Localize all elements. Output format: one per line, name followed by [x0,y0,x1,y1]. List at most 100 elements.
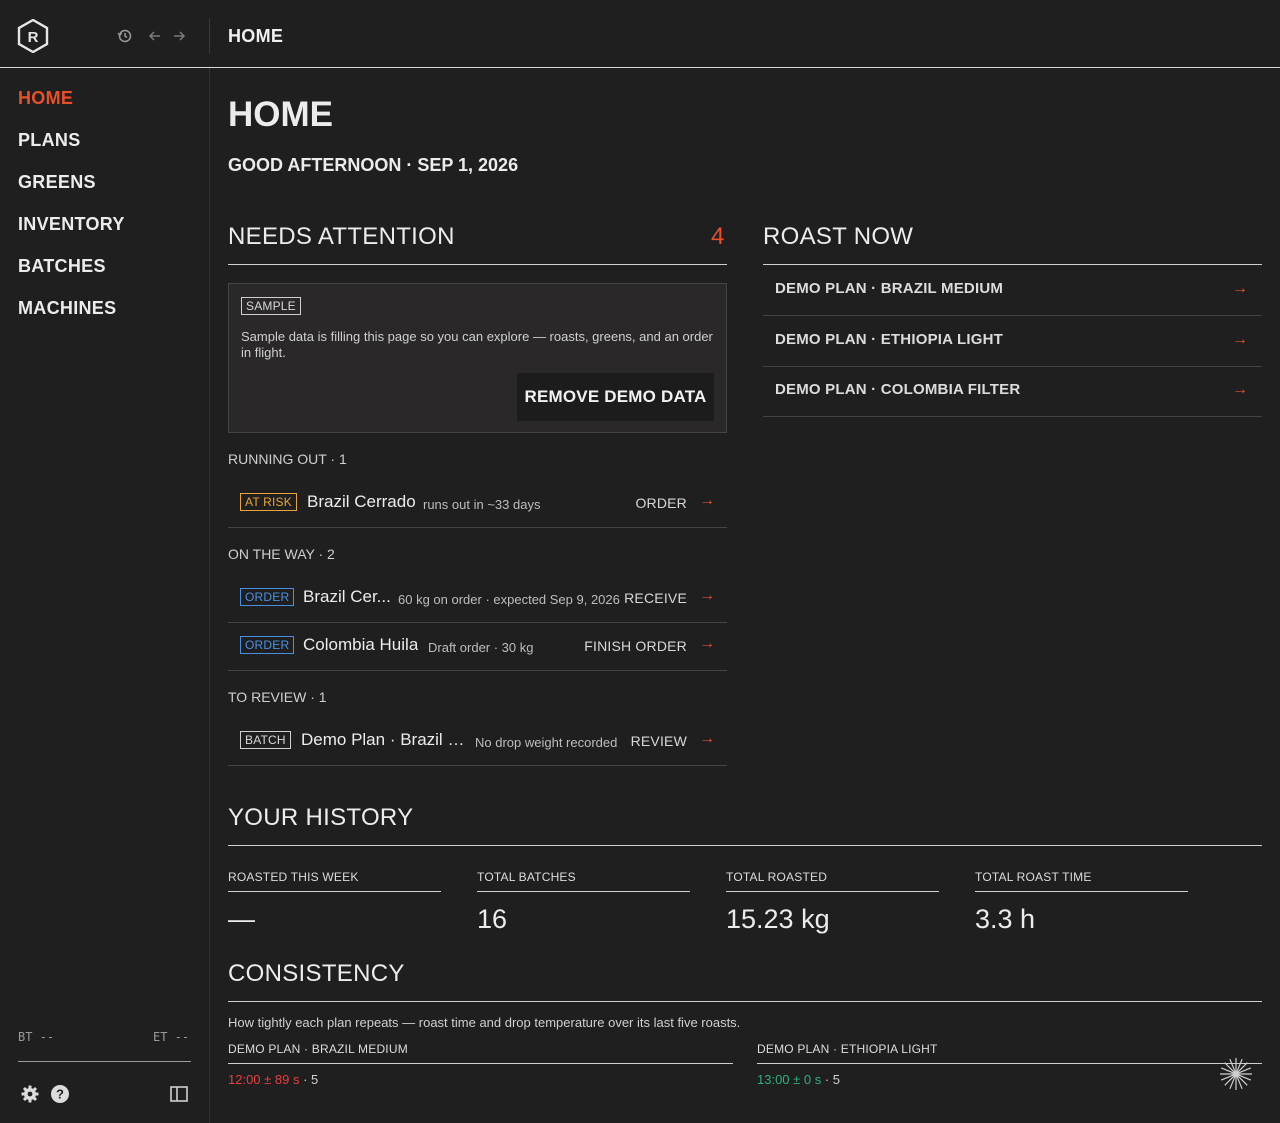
item-meta: No drop weight recorded [475,735,618,750]
item-name: Colombia Huila [303,635,419,654]
roast-plan-item[interactable]: DEMO PLAN · BRAZIL MEDIUM → [763,265,1262,316]
stat-value: 15.23 kg [726,904,830,934]
roast-time-spread: 12:00 ± 89 s [228,1072,300,1087]
on-the-way-label: ON THE WAY · 2 [228,546,335,562]
item-meta: runs out in ~33 days [423,497,541,512]
panel-toggle-icon[interactable] [169,1084,189,1104]
finish-order-button[interactable]: FINISH ORDER [584,638,687,654]
stat-roasted-this-week: ROASTED THIS WEEK — [228,870,441,935]
roast-plan-item[interactable]: DEMO PLAN · COLOMBIA FILTER → [763,366,1262,417]
list-item[interactable]: AT RISK Brazil Cerrado runs out in ~33 d… [228,480,727,528]
sidebar-divider [18,1061,191,1062]
arrow-right-icon[interactable]: → [1232,331,1248,349]
roast-plan-item[interactable]: DEMO PLAN · ETHIOPIA LIGHT → [763,316,1262,367]
consistency-plan-value: 13:00 ± 0 s · 5 [757,1072,1262,1087]
running-out-label: RUNNING OUT · 1 [228,451,347,467]
review-button[interactable]: REVIEW [631,733,687,749]
item-name: Brazil Cer... [303,587,391,606]
value-separator: · [299,1072,312,1087]
roast-plan-label: DEMO PLAN · ETHIOPIA LIGHT [775,331,1003,348]
consistency-plan-value: 12:00 ± 89 s · 5 [228,1072,733,1087]
bt-value: -- [39,1030,55,1044]
needs-attention-title: NEEDS ATTENTION [228,223,455,250]
roast-count: 5 [832,1072,841,1087]
arrow-right-icon[interactable]: → [699,730,715,748]
consistency-plan-brazil[interactable]: DEMO PLAN · BRAZIL MEDIUM 12:00 ± 89 s ·… [228,1042,733,1087]
consistency-plan-ethiopia[interactable]: DEMO PLAN · ETHIOPIA LIGHT 13:00 ± 0 s ·… [757,1042,1262,1087]
bean-temp-readout: BT -- [18,1030,54,1044]
list-item[interactable]: ORDER Colombia Huila Draft order · 30 kg… [228,623,727,671]
list-item[interactable]: BATCH Demo Plan · Brazil M... No drop we… [228,718,727,766]
sidebar-item-greens[interactable]: GREENS [18,172,96,193]
toolbar-title: HOME [228,26,284,46]
history-divider [228,845,1262,846]
forward-arrow-icon[interactable] [171,28,187,44]
order-button[interactable]: ORDER [635,495,687,511]
needs-attention-divider [228,264,727,265]
top-bar: R HOME [0,0,1280,68]
sample-badge: SAMPLE [241,297,301,315]
roast-now-title: ROAST NOW [763,223,914,250]
item-name: Demo Plan · Brazil M... [301,730,466,749]
sample-description: Sample data is filling this page so you … [241,329,713,360]
history-icon[interactable] [117,28,133,44]
arrow-right-icon[interactable]: → [699,587,715,605]
toolbar-divider [209,18,210,54]
stat-label: ROASTED THIS WEEK [228,870,441,892]
item-name: Brazil Cerrado [307,492,416,511]
sidebar-item-inventory[interactable]: INVENTORY [18,214,125,235]
sidebar-item-batches[interactable]: BATCHES [18,256,106,277]
svg-text:R: R [28,29,39,46]
et-label: ET [153,1030,168,1044]
sidebar-item-home[interactable]: HOME [18,88,73,109]
sidebar-item-machines[interactable]: MACHINES [18,298,116,319]
roast-time-spread: 13:00 ± 0 s [757,1072,822,1087]
app-logo-icon[interactable]: R [17,19,49,53]
consistency-plan-label: DEMO PLAN · ETHIOPIA LIGHT [757,1042,1262,1064]
stat-value: 3.3 h [975,904,1036,934]
arrow-right-icon[interactable]: → [699,635,715,653]
batch-badge: BATCH [240,731,291,749]
list-item[interactable]: ORDER Brazil Cer... 60 kg on order · exp… [228,575,727,623]
page-title: HOME [228,95,333,134]
consistency-divider [228,1001,1262,1002]
greeting: GOOD AFTERNOON · SEP 1, 2026 [228,155,519,175]
sparkle-icon[interactable] [1219,1057,1253,1091]
item-meta: Draft order · 30 kg [428,640,534,655]
order-badge: ORDER [240,636,295,654]
svg-text:?: ? [56,1087,64,1102]
at-risk-badge: AT RISK [240,493,297,511]
value-separator: · [821,1072,833,1087]
back-arrow-icon[interactable] [147,28,163,44]
roast-plan-label: DEMO PLAN · BRAZIL MEDIUM [775,280,1004,297]
consistency-plan-label: DEMO PLAN · BRAZIL MEDIUM [228,1042,733,1064]
sidebar: HOME PLANS GREENS INVENTORY BATCHES MACH… [0,68,210,1123]
needs-attention-count: 4 [711,223,725,250]
consistency-description: How tightly each plan repeats — roast ti… [228,1015,741,1030]
stat-total-roast-time: TOTAL ROAST TIME 3.3 h [975,870,1188,935]
receive-button[interactable]: RECEIVE [624,590,687,606]
arrow-right-icon[interactable]: → [1232,280,1248,298]
stat-total-batches: TOTAL BATCHES 16 [477,870,690,935]
help-icon[interactable]: ? [50,1084,70,1104]
gear-icon[interactable] [20,1084,40,1104]
to-review-label: TO REVIEW · 1 [228,689,327,705]
stat-label: TOTAL ROAST TIME [975,870,1188,892]
arrow-right-icon[interactable]: → [699,492,715,510]
order-badge: ORDER [240,588,295,606]
stat-label: TOTAL BATCHES [477,870,690,892]
roast-plan-label: DEMO PLAN · COLOMBIA FILTER [775,381,1021,398]
sample-data-notice: SAMPLE Sample data is filling this page … [228,283,727,433]
stat-total-roasted: TOTAL ROASTED 15.23 kg [726,870,939,935]
et-value: -- [174,1030,190,1044]
stat-value: — [228,904,255,934]
env-temp-readout: ET -- [153,1030,189,1044]
bt-label: BT [18,1030,33,1044]
remove-demo-data-button[interactable]: REMOVE DEMO DATA [517,373,714,421]
sidebar-item-plans[interactable]: PLANS [18,130,81,151]
history-title: YOUR HISTORY [228,804,414,831]
item-meta: 60 kg on order · expected Sep 9, 2026 [398,592,620,607]
stat-label: TOTAL ROASTED [726,870,939,892]
stat-value: 16 [477,904,508,934]
arrow-right-icon[interactable]: → [1232,381,1248,399]
